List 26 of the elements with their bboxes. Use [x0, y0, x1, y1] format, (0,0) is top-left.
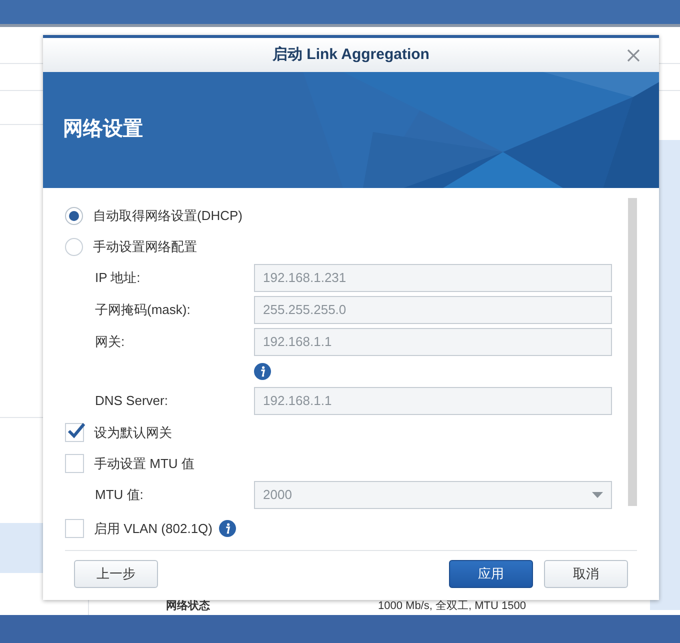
status-label: 网络状态: [166, 600, 211, 612]
checkbox[interactable]: [65, 519, 84, 538]
checkbox-label: 设为默认网关: [94, 424, 172, 442]
scrollbar[interactable]: [628, 198, 637, 506]
checkbox-label: 启用 VLAN (802.1Q): [94, 520, 212, 538]
field-label: IP 地址:: [95, 269, 142, 288]
status-value: 1000 Mb/s, 全双工, MTU 1500: [378, 600, 526, 612]
info-icon[interactable]: [218, 520, 236, 537]
cancel-button[interactable]: 取消: [544, 560, 628, 588]
close-icon[interactable]: [627, 49, 640, 62]
checkbox[interactable]: [65, 454, 84, 473]
window-title: 启动 Link Aggregation: [272, 44, 430, 65]
banner-title: 网络设置: [63, 117, 143, 142]
field-label: MTU 值:: [95, 486, 144, 504]
checkbox-label: 手动设置 MTU 值: [94, 454, 194, 473]
field-label: DNS Server:: [95, 392, 169, 410]
radio-label: 自动取得网络设置(DHCP): [93, 206, 242, 225]
radio-button[interactable]: [65, 238, 83, 256]
radio-label: 手动设置网络配置: [93, 238, 197, 256]
apply-button[interactable]: 应用: [449, 560, 533, 588]
caret-icon: [592, 492, 603, 498]
back-button[interactable]: 上一步: [74, 560, 158, 588]
radio-button[interactable]: [65, 206, 83, 224]
field-label: 网关:: [95, 333, 126, 352]
checkbox[interactable]: [65, 423, 84, 442]
field-label: 子网掩码(mask):: [95, 301, 192, 320]
